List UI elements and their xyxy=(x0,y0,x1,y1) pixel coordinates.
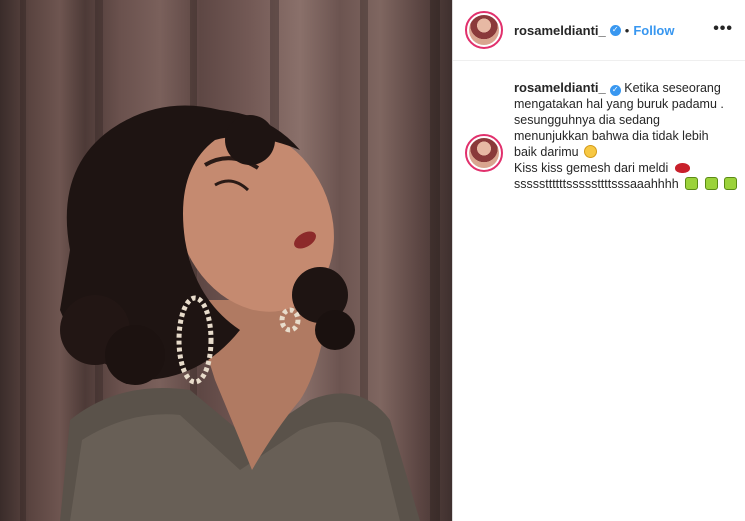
more-options-icon[interactable]: ••• xyxy=(713,20,733,38)
username-link[interactable]: rosameldianti_ xyxy=(514,23,606,38)
caption-text-line: sesungguhnya dia sedang xyxy=(514,113,660,127)
caption-text-line: sssssttttttsssssttttsssaaahhhh xyxy=(514,177,679,191)
caption-avatar[interactable] xyxy=(465,134,503,172)
verified-badge-icon: ✓ xyxy=(609,24,621,36)
caption-username-link[interactable]: rosameldianti_ xyxy=(514,80,606,95)
caption-verified-badge-icon: ✓ xyxy=(609,84,621,96)
caption-comment: rosameldianti_ ✓ Ketika seseorang mengata… xyxy=(453,80,745,192)
green-emoji-icon xyxy=(724,177,738,190)
follow-button[interactable]: Follow xyxy=(633,23,674,38)
separator-dot: • xyxy=(624,22,630,38)
green-emoji-icon xyxy=(685,177,699,190)
caption-line-5: baik darimu xyxy=(514,144,739,160)
panel-divider xyxy=(452,0,453,521)
caption-text-line: menunjukkan bahwa dia tidak lebih xyxy=(514,129,709,143)
post-photo[interactable] xyxy=(0,0,452,521)
caption-line-1: rosameldianti_ ✓ Ketika seseorang xyxy=(514,80,739,96)
caption-avatar-image xyxy=(469,138,499,168)
caption-text-line: Ketika seseorang xyxy=(624,81,721,95)
avatar[interactable] xyxy=(465,11,503,49)
caption-line-7: sssssttttttsssssttttsssaaahhhh xyxy=(514,176,739,192)
green-emoji-icon xyxy=(704,177,718,190)
instagram-post: rosameldianti_ ✓ • Follow ••• rosameldia… xyxy=(0,0,745,521)
portrait-illustration xyxy=(20,0,440,521)
caption-text-line: mengatakan hal yang buruk padamu . xyxy=(514,97,724,111)
caption-text: rosameldianti_ ✓ Ketika seseorang mengata… xyxy=(514,80,739,192)
caption-text-line: Kiss kiss gemesh dari meldi xyxy=(514,161,669,175)
slightly-smiling-face-icon xyxy=(584,145,598,158)
caption-line-6: Kiss kiss gemesh dari meldi xyxy=(514,160,739,176)
kiss-mark-icon xyxy=(674,163,690,173)
caption-text-line: baik darimu xyxy=(514,145,579,159)
post-header: rosameldianti_ ✓ • Follow ••• xyxy=(453,0,745,61)
avatar-image xyxy=(469,15,499,45)
